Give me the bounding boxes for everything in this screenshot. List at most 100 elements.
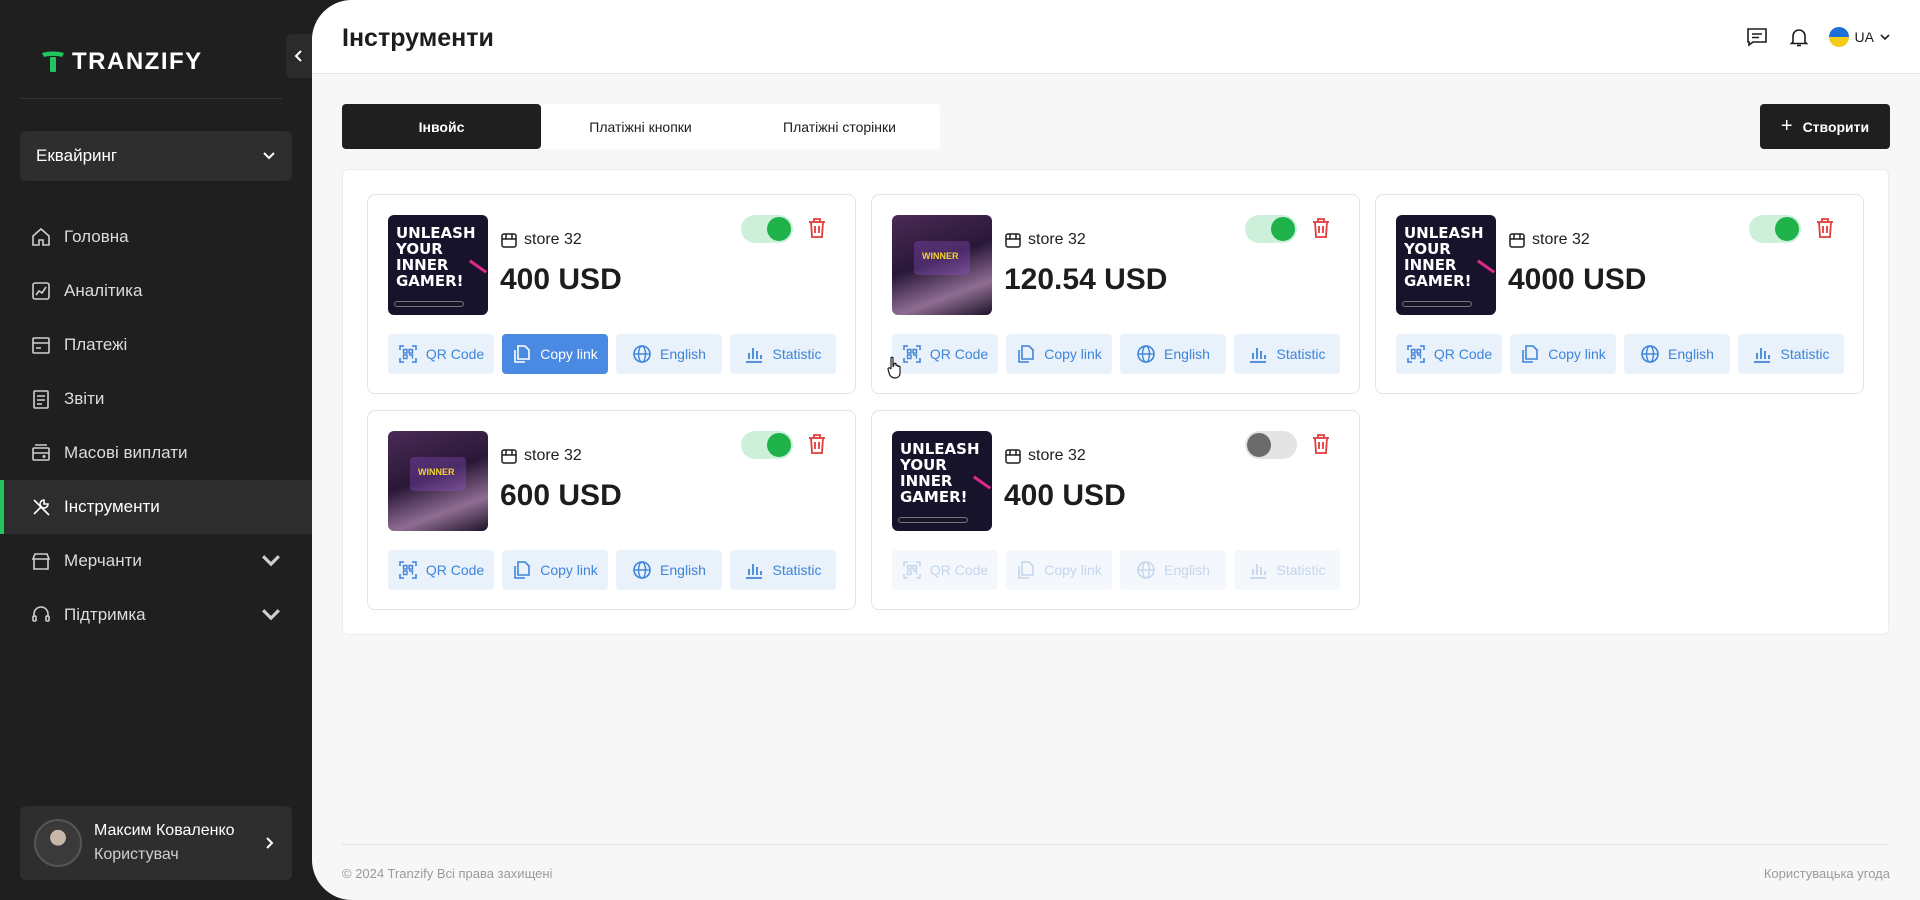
messages-button[interactable] [1745, 25, 1769, 49]
sidebar-item-tools[interactable]: Інструменти [0, 480, 312, 534]
copy-link-button[interactable]: Copy link [1510, 334, 1616, 374]
logo-divider [20, 98, 282, 99]
delete-trash-icon[interactable] [808, 217, 826, 239]
qr-code-button[interactable]: QR Code [388, 334, 494, 374]
qr-code-button: QR Code [892, 550, 998, 590]
chat-icon [1746, 28, 1767, 47]
invoice-grid: UNLEASH YOUR INNER GAMER! store 32 400 U… [342, 169, 1889, 635]
copyright-text: © 2024 Tranzify Всі права захищені [342, 866, 553, 881]
acquiring-selector-label: Еквайринг [36, 146, 118, 165]
statistic-button[interactable]: Statistic [730, 550, 836, 590]
page-title: Інструменти [342, 24, 494, 52]
store-label: store 32 [500, 447, 582, 465]
language-button[interactable]: English [1120, 334, 1226, 374]
user-role: Користувач [94, 846, 179, 863]
store-name: store 32 [524, 447, 582, 464]
delete-trash-icon[interactable] [808, 433, 826, 455]
action-label: English [660, 346, 706, 362]
sidebar-item-label: Мерчанти [64, 551, 142, 570]
action-label: QR Code [425, 346, 485, 362]
invoice-amount: 600 USD [500, 479, 622, 512]
invoice-card: UNLEASH YOUR INNER GAMER! store 32 400 U… [367, 194, 856, 394]
statistic-button[interactable]: Statistic [730, 334, 836, 374]
ukraine-flag-icon [1828, 27, 1849, 47]
action-label: Statistic [1276, 562, 1326, 578]
action-label: Statistic [772, 346, 822, 362]
sidebar-item-analytics[interactable]: Аналітика [0, 264, 312, 318]
tab-payment-pages[interactable]: Платіжні сторінки [740, 104, 939, 149]
qr-code-icon [903, 561, 921, 579]
delete-trash-icon[interactable] [1816, 217, 1834, 239]
sidebar-item-reports[interactable]: Звіти [0, 372, 312, 426]
chevron-down-icon [1880, 34, 1890, 41]
sidebar-item-label: Звіти [64, 389, 105, 408]
notifications-button[interactable] [1787, 25, 1811, 49]
bar-chart-icon [1250, 348, 1267, 363]
main-content: Інструменти UA Інвойс Платіжні кнопки Пл… [312, 0, 1920, 900]
invoice-active-toggle[interactable] [1749, 215, 1801, 243]
globe-icon [1137, 345, 1155, 363]
sidebar-item-support[interactable]: Підтримка [0, 588, 312, 642]
invoice-actions: QR Code Copy link English Statistic [892, 334, 1340, 374]
store-name: store 32 [1532, 231, 1590, 248]
store-icon [501, 449, 517, 464]
bar-chart-icon [1250, 564, 1267, 579]
acquiring-selector[interactable]: Еквайринг [20, 131, 292, 181]
tab-invoice[interactable]: Інвойс [342, 104, 541, 149]
qr-code-button[interactable]: QR Code [388, 550, 494, 590]
invoice-active-toggle[interactable] [741, 215, 793, 243]
create-button-label: Створити [1802, 118, 1870, 135]
invoice-active-toggle[interactable] [1245, 431, 1297, 459]
invoice-amount: 120.54 USD [1004, 263, 1168, 296]
qr-code-button[interactable]: QR Code [892, 334, 998, 374]
sidebar-item-label: Масові виплати [64, 443, 188, 462]
qr-code-button[interactable]: QR Code [1396, 334, 1502, 374]
action-label: QR Code [929, 562, 989, 578]
store-label: store 32 [1508, 231, 1590, 249]
thumbnail-decor [1402, 301, 1472, 307]
action-label: English [1164, 346, 1210, 362]
bar-chart-icon [1754, 348, 1771, 363]
store-label: store 32 [1004, 231, 1086, 249]
store-name: store 32 [1028, 447, 1086, 464]
bar-chart-icon [746, 564, 763, 579]
invoice-active-toggle[interactable] [741, 431, 793, 459]
action-label: Copy link [1548, 346, 1606, 362]
action-label: Copy link [1044, 562, 1102, 578]
language-button[interactable]: English [616, 550, 722, 590]
tab-payment-buttons[interactable]: Платіжні кнопки [541, 104, 740, 149]
copy-link-button[interactable]: Copy link [1006, 334, 1112, 374]
delete-trash-icon[interactable] [1312, 433, 1330, 455]
copy-link-button[interactable]: Copy link [502, 550, 608, 590]
sidebar-item-mass-payouts[interactable]: Масові виплати [0, 426, 312, 480]
globe-icon [1641, 345, 1659, 363]
sidebar-item-merchants[interactable]: Мерчанти [0, 534, 312, 588]
reports-icon [33, 390, 49, 409]
action-label: QR Code [929, 346, 989, 362]
language-button[interactable]: English [1624, 334, 1730, 374]
language-selector[interactable]: UA [1828, 27, 1890, 47]
language-button[interactable]: English [616, 334, 722, 374]
thumbnail-text: WINNER [418, 467, 455, 477]
sidebar-item-payments[interactable]: Платежі [0, 318, 312, 372]
invoice-actions: QR Code Copy link English Statistic [388, 334, 836, 374]
sidebar-item-home[interactable]: Головна [0, 210, 312, 264]
copy-link-button[interactable]: Copy link [502, 334, 608, 374]
thumbnail-text: UNLEASH YOUR INNER GAMER! [396, 224, 476, 290]
store-icon [501, 233, 517, 248]
invoice-active-toggle[interactable] [1245, 215, 1297, 243]
bar-chart-icon [746, 348, 763, 363]
invoice-amount: 400 USD [1004, 479, 1126, 512]
delete-trash-icon[interactable] [1312, 217, 1330, 239]
collapse-sidebar-button[interactable] [286, 34, 312, 78]
brand-logo[interactable]: TRANZIFY [40, 48, 203, 76]
statistic-button[interactable]: Statistic [1234, 334, 1340, 374]
user-agreement-link[interactable]: Користувацька угода [1764, 866, 1890, 881]
statistic-button[interactable]: Statistic [1738, 334, 1844, 374]
user-profile-card[interactable]: Максим Коваленко Користувач [20, 806, 292, 880]
tools-icon [33, 499, 50, 516]
create-button[interactable]: + Створити [1760, 104, 1890, 149]
logo-icon [42, 51, 64, 72]
globe-icon [633, 561, 651, 579]
sidebar-item-label: Підтримка [64, 605, 146, 624]
